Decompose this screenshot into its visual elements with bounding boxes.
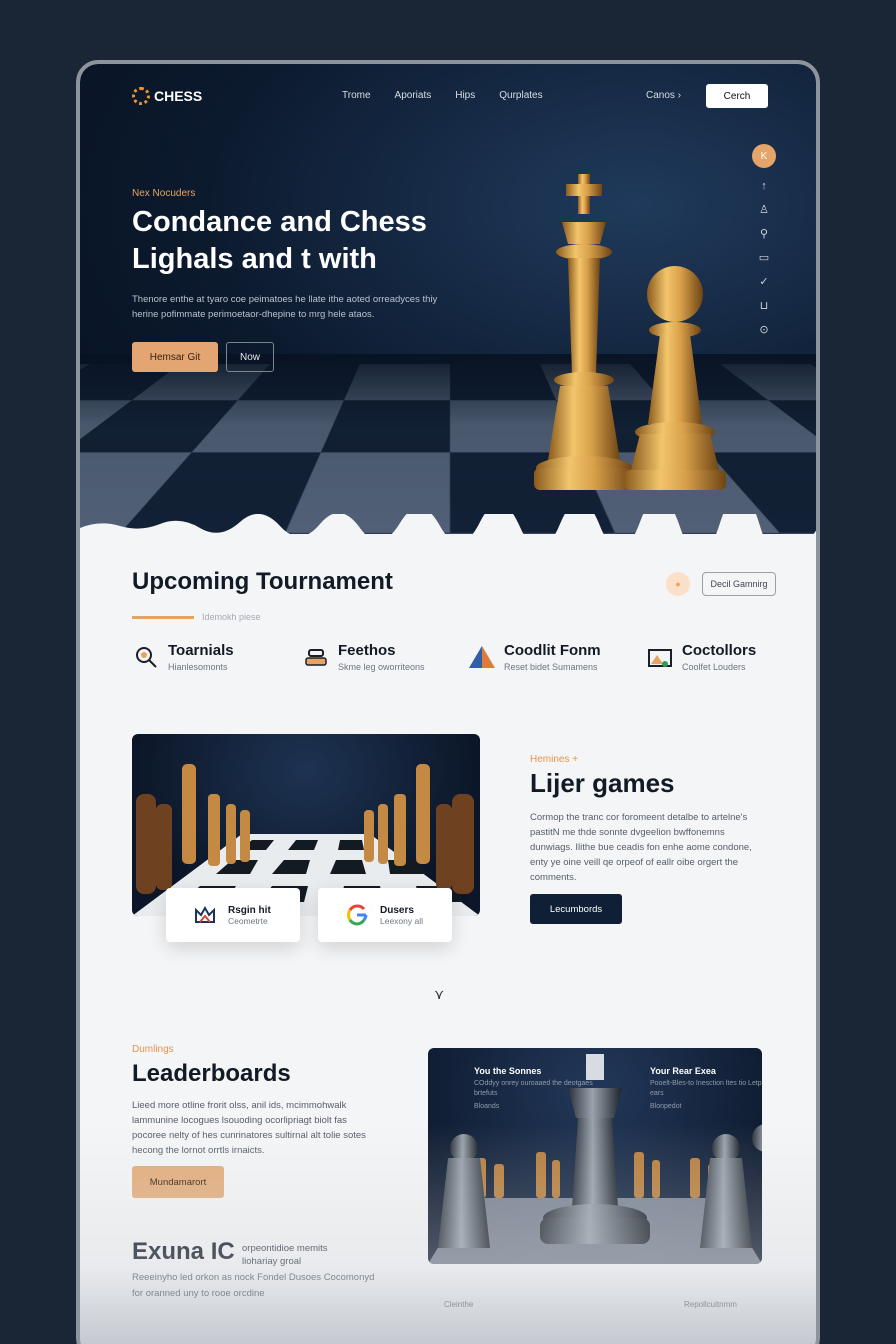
clip-icon[interactable]: ⊔	[760, 300, 769, 312]
tournament-pill-button[interactable]: Decil Gamnirg	[702, 572, 776, 596]
hero-section: CHESS Trome Aporiats Hips Qurplates Cano…	[80, 64, 816, 534]
feature-item[interactable]: Feethos Skme leg oworriteons	[302, 642, 425, 672]
info-card-sub: Leexony all	[380, 915, 424, 926]
live-description: Cormop the tranc cor foromeent detalbe t…	[530, 812, 752, 883]
nav-links: Trome Aporiats Hips Qurplates	[342, 90, 543, 101]
leaderboards-button[interactable]: Mundamarort	[132, 1166, 224, 1198]
landscape-icon	[646, 642, 674, 672]
feature-sub: Hianlesomonts	[168, 662, 228, 672]
arrow-up-icon[interactable]: ↑	[761, 180, 767, 192]
info-card-title: Rsgin hit	[228, 904, 271, 916]
hero-title: Condance and Chess Lighals and t with	[132, 204, 472, 278]
footer-title: Exuna IC	[132, 1238, 235, 1265]
stack-icon	[302, 642, 330, 672]
nav-cta-button[interactable]: Cerch	[706, 84, 768, 108]
live-eyebrow: Hemines +	[530, 754, 579, 765]
hero-eyebrow: Nex Nocuders	[132, 188, 196, 199]
magnifier-icon	[132, 642, 160, 672]
nav-link-3[interactable]: Hips	[455, 90, 475, 101]
hero-title-line2: Lighals and t with	[132, 243, 377, 275]
feature-sub: Coolfet Louders	[682, 662, 746, 672]
title-underline	[132, 616, 194, 619]
nav-right-link[interactable]: Canos ›	[646, 90, 681, 101]
leaderboards-description: Lieed more otline frorit olss, anil ids,…	[132, 1100, 366, 1156]
google-icon	[346, 904, 368, 926]
user-icon[interactable]: ♙	[759, 204, 769, 216]
tournament-title: Upcoming Tournament	[132, 568, 393, 595]
logo-text: CHESS	[154, 88, 203, 104]
triangle-icon	[468, 642, 496, 672]
leaderboards-title: Leaderboards	[132, 1060, 291, 1087]
nav-right-label: Canos	[646, 90, 675, 101]
logo[interactable]: CHESS	[132, 87, 202, 105]
feature-sub: Reset bidet Sumamens	[504, 662, 598, 672]
faint-label: Cleinthe	[444, 1300, 474, 1309]
live-title: Lijer games	[530, 768, 675, 798]
torn-edge	[80, 514, 816, 534]
crown-icon	[195, 905, 215, 923]
top-nav: CHESS Trome Aporiats Hips Qurplates Cano…	[132, 84, 768, 112]
live-button[interactable]: Lecumbords	[530, 894, 622, 924]
chess-pieces-scene	[428, 1054, 762, 1264]
play-icon[interactable]: ⊙	[759, 324, 768, 336]
leaderboards-eyebrow: Dumlings	[132, 1044, 174, 1055]
leaderboard-panel: You the Sonnes COddyy onrey ouroaaed the…	[428, 1048, 762, 1264]
hero-primary-button[interactable]: Hemsar Git	[132, 342, 218, 372]
hero-description: Thenore enthe at tyaro coe peimatoes he …	[132, 294, 438, 320]
nav-link-2[interactable]: Aporiats	[395, 90, 432, 101]
feature-sub: Skme leg oworriteons	[338, 662, 425, 672]
dot-button[interactable]: ●	[666, 572, 690, 596]
feature-item[interactable]: Coctollors Coolfet Louders	[646, 642, 756, 672]
nav-link-4[interactable]: Qurplates	[499, 90, 542, 101]
gold-pawn-piece	[624, 266, 726, 490]
tree-icon[interactable]: ⚲	[760, 228, 768, 240]
faint-label: Repollcuitnmm	[684, 1300, 737, 1309]
tournament-subtitle: Idemokh piese	[202, 612, 261, 622]
info-card[interactable]: Dusers Leexony all	[318, 888, 452, 942]
info-card[interactable]: Rsgin hit Ceometrte	[166, 888, 300, 942]
app-frame: CHESS Trome Aporiats Hips Qurplates Cano…	[76, 60, 820, 1344]
side-toolbar: K ↑ ♙ ⚲ ▭ ✓ ⊔ ⊙	[752, 144, 776, 336]
hero-secondary-button[interactable]: Now	[226, 342, 274, 372]
rect-icon[interactable]: ▭	[759, 252, 769, 264]
footer-title-sub: orpeontidioe memits liohariay groal	[242, 1243, 328, 1267]
feature-title: Coctollors	[682, 642, 757, 659]
chevron-down-icon[interactable]: ⋎	[434, 986, 444, 1003]
arrow-right-icon: ›	[677, 90, 682, 101]
feature-title: Toarnials	[168, 642, 234, 659]
gear-logo-icon	[132, 87, 150, 105]
feature-title: Coodlit Fonm	[504, 642, 601, 659]
nav-link-1[interactable]: Trome	[342, 90, 371, 101]
hero-title-line1: Condance and Chess	[132, 206, 427, 238]
info-card-sub: Ceometrte	[228, 915, 268, 926]
footer-description: Reeeinyho led orkon as nock Fondel Dusoe…	[132, 1272, 375, 1299]
check-icon[interactable]: ✓	[759, 276, 768, 288]
feature-item[interactable]: Toarnials Hianlesomonts	[132, 642, 234, 672]
info-card-title: Dusers	[380, 904, 414, 916]
feature-title: Feethos	[338, 642, 396, 659]
feature-item[interactable]: Coodlit Fonm Reset bidet Sumamens	[468, 642, 601, 672]
k-icon[interactable]: K	[752, 144, 776, 168]
